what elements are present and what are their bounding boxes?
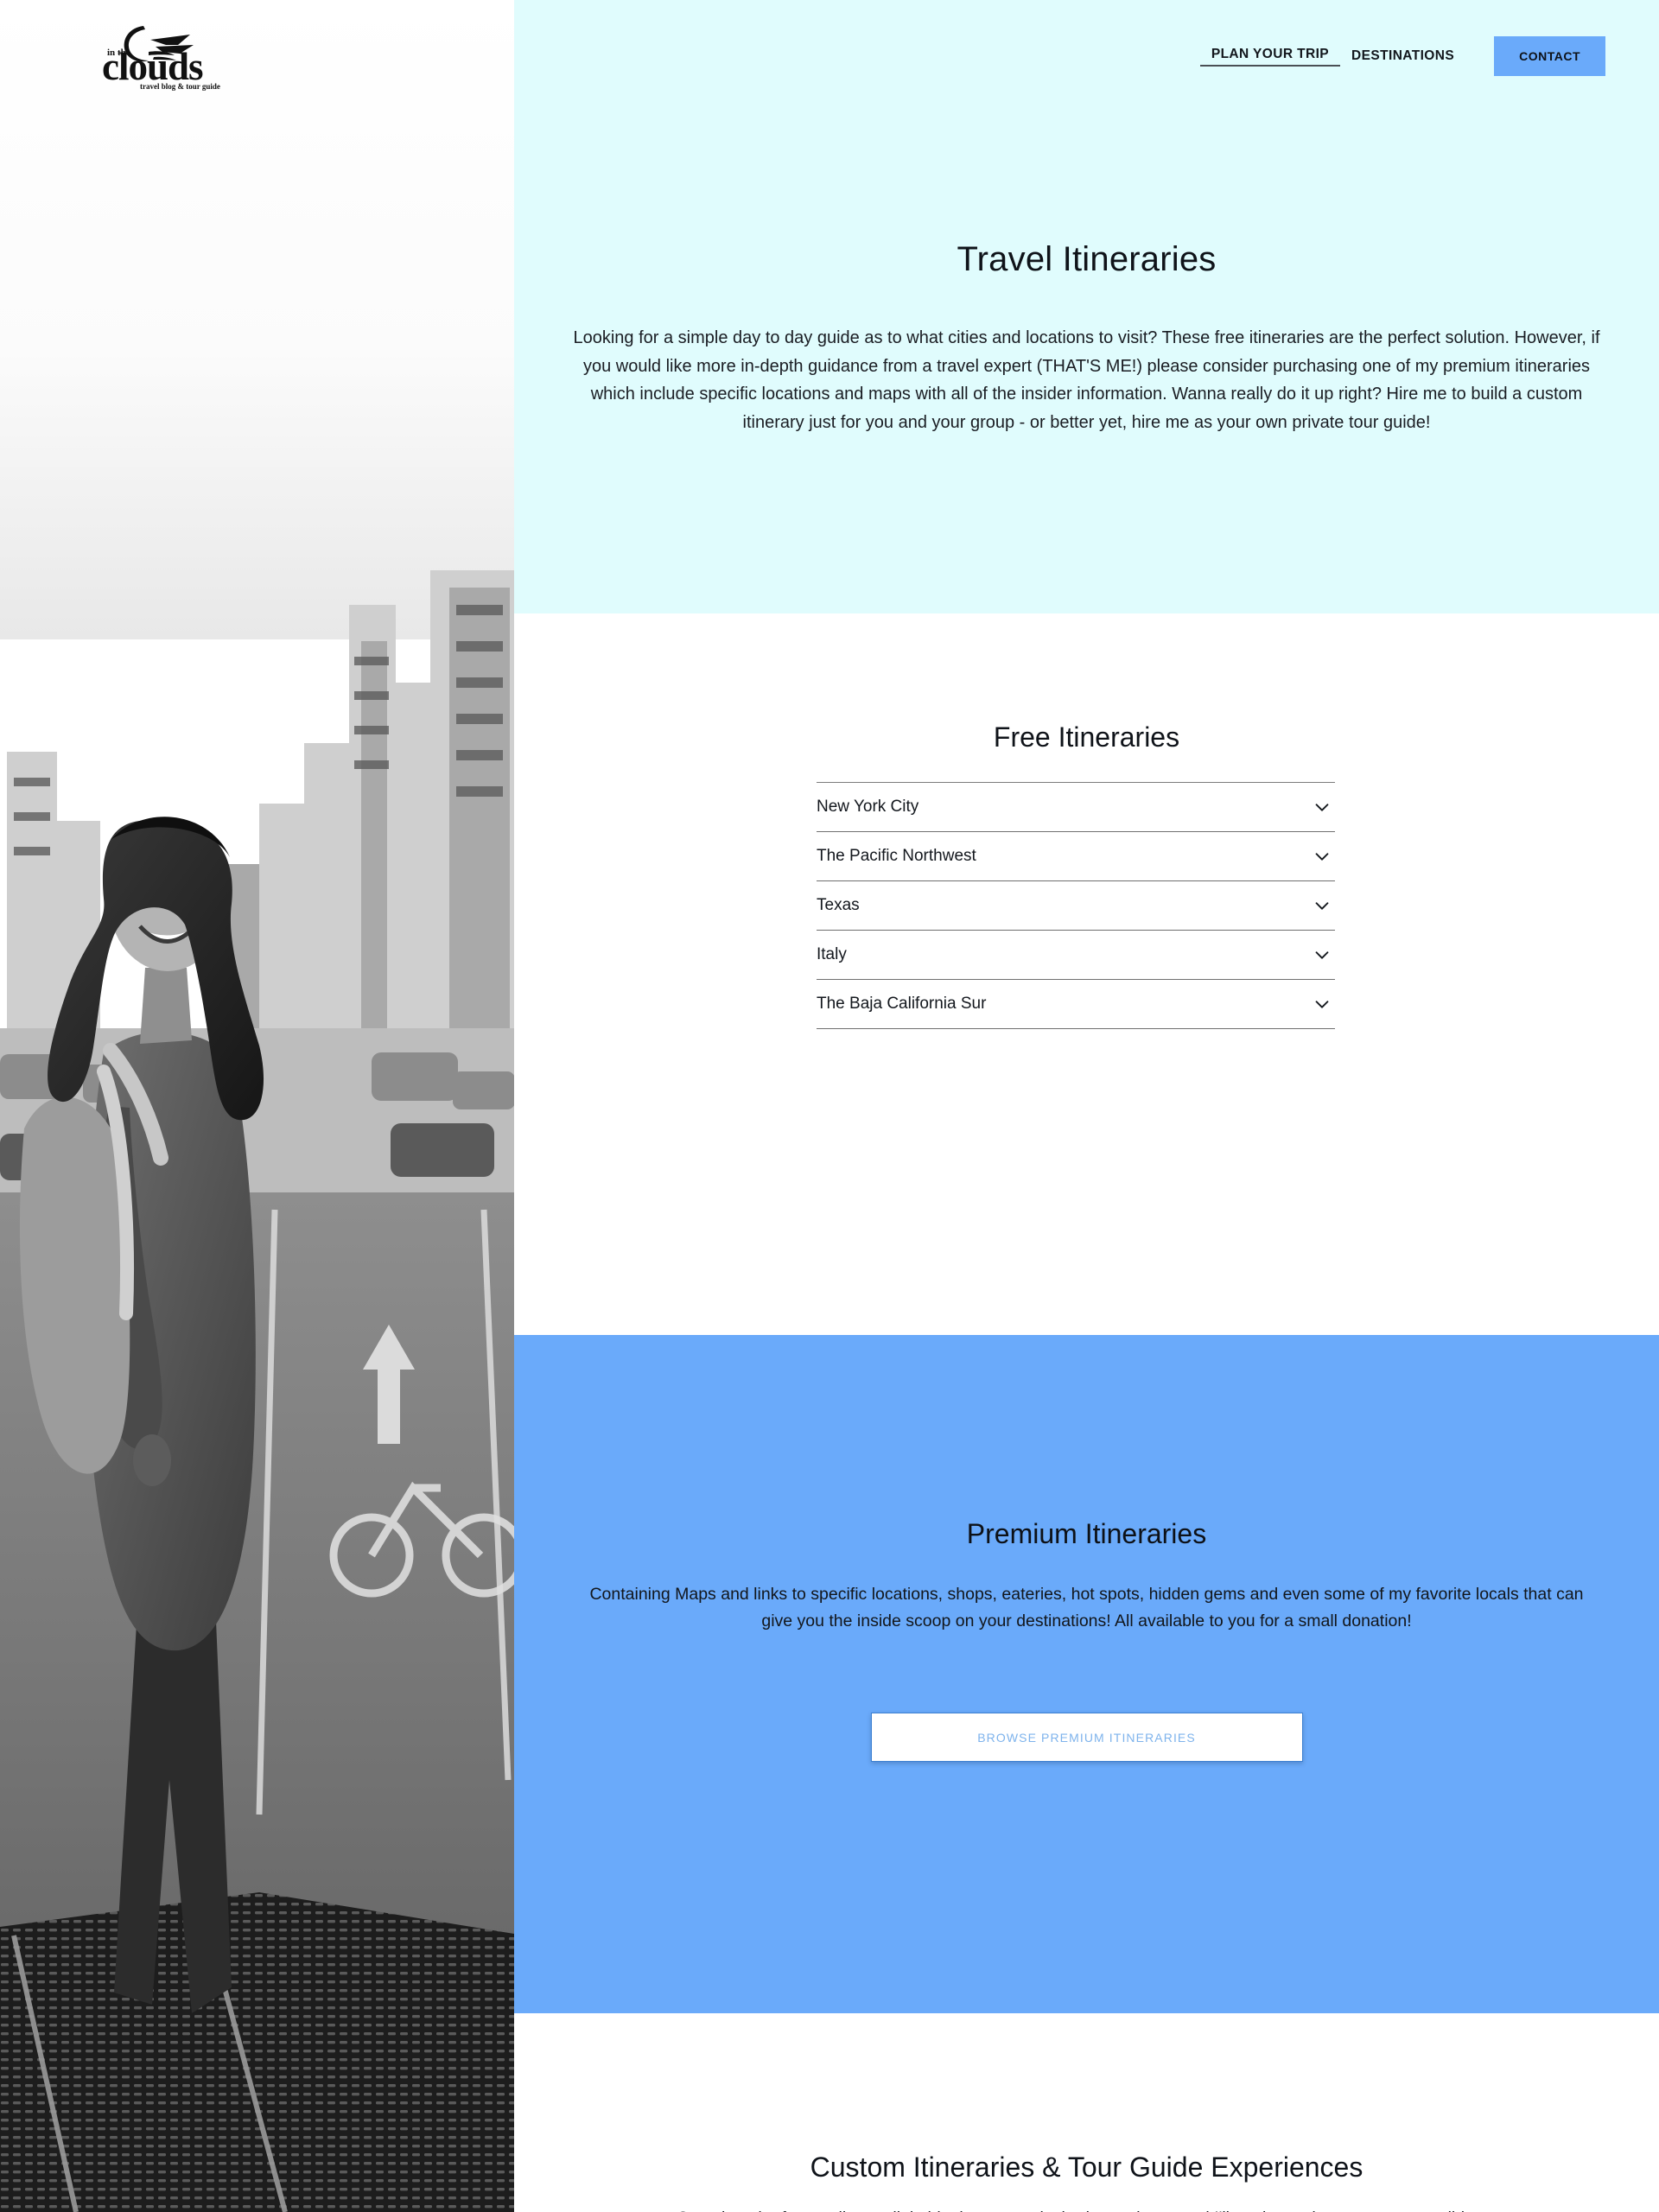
free-itineraries-accordion: New York City The Pacific Northwest Texa…	[817, 782, 1335, 1029]
premium-itineraries-section: Premium Itineraries Containing Maps and …	[514, 1335, 1659, 2013]
premium-paragraph: Containing Maps and links to specific lo…	[589, 1585, 1584, 1630]
accordion-label: The Pacific Northwest	[817, 847, 976, 865]
accordion-label: The Baja California Sur	[817, 995, 987, 1013]
chevron-down-icon[interactable]	[1313, 945, 1332, 964]
accordion-header[interactable]: Texas	[817, 881, 1335, 930]
logo-tagline: travel blog & tour guide	[140, 82, 220, 91]
accordion-header[interactable]: Italy	[817, 931, 1335, 979]
custom-paragraph: Complete the form, tell me a little bit …	[556, 2205, 1618, 2212]
accordion-header[interactable]: New York City	[817, 783, 1335, 831]
free-itineraries-section: Free Itineraries New York City The Pacif…	[514, 613, 1659, 1335]
accordion-item-the-pacific-northwest[interactable]: The Pacific Northwest	[817, 832, 1335, 881]
main-navigation: PLAN YOUR TRIP DESTINATIONS CONTACT	[1199, 36, 1605, 76]
hero-photo	[0, 0, 514, 2212]
accordion-label: Texas	[817, 896, 860, 914]
hero-section: PLAN YOUR TRIP DESTINATIONS CONTACT Trav…	[514, 0, 1659, 613]
premium-title: Premium Itineraries	[966, 1518, 1207, 1549]
content-column: PLAN YOUR TRIP DESTINATIONS CONTACT Trav…	[514, 0, 1659, 2212]
accordion-item-the-baja-california-sur[interactable]: The Baja California Sur	[817, 980, 1335, 1029]
chevron-down-icon[interactable]	[1313, 995, 1332, 1014]
chevron-down-icon[interactable]	[1313, 847, 1332, 866]
chevron-down-icon[interactable]	[1313, 896, 1332, 915]
custom-title: Custom Itineraries & Tour Guide Experien…	[810, 2152, 1363, 2183]
accordion-header[interactable]: The Pacific Northwest	[817, 832, 1335, 880]
accordion-label: New York City	[817, 798, 919, 816]
nav-item-plan-your-trip[interactable]: PLAN YOUR TRIP	[1199, 47, 1341, 67]
chevron-down-icon[interactable]	[1313, 798, 1332, 817]
accordion-header[interactable]: The Baja California Sur	[817, 980, 1335, 1028]
site-logo[interactable]: in the clouds travel blog & tour guide	[76, 16, 266, 93]
accordion-item-italy[interactable]: Italy	[817, 931, 1335, 980]
nav-item-destinations[interactable]: DESTINATIONS	[1340, 48, 1465, 64]
browse-premium-itineraries-button[interactable]: BROWSE PREMIUM ITINERARIES	[870, 1713, 1303, 1762]
contact-button[interactable]: CONTACT	[1494, 36, 1605, 76]
accordion-item-new-york-city[interactable]: New York City	[817, 783, 1335, 832]
hero-paragraph: Looking for a simple day to day guide as…	[573, 328, 1600, 432]
accordion-item-texas[interactable]: Texas	[817, 881, 1335, 931]
page-title: Travel Itineraries	[957, 240, 1217, 278]
accordion-divider	[817, 1028, 1335, 1029]
custom-itineraries-section: Custom Itineraries & Tour Guide Experien…	[514, 2013, 1659, 2212]
page-root: in the clouds travel blog & tour guide P…	[0, 0, 1659, 2212]
free-itineraries-title: Free Itineraries	[993, 721, 1180, 753]
accordion-label: Italy	[817, 945, 847, 963]
